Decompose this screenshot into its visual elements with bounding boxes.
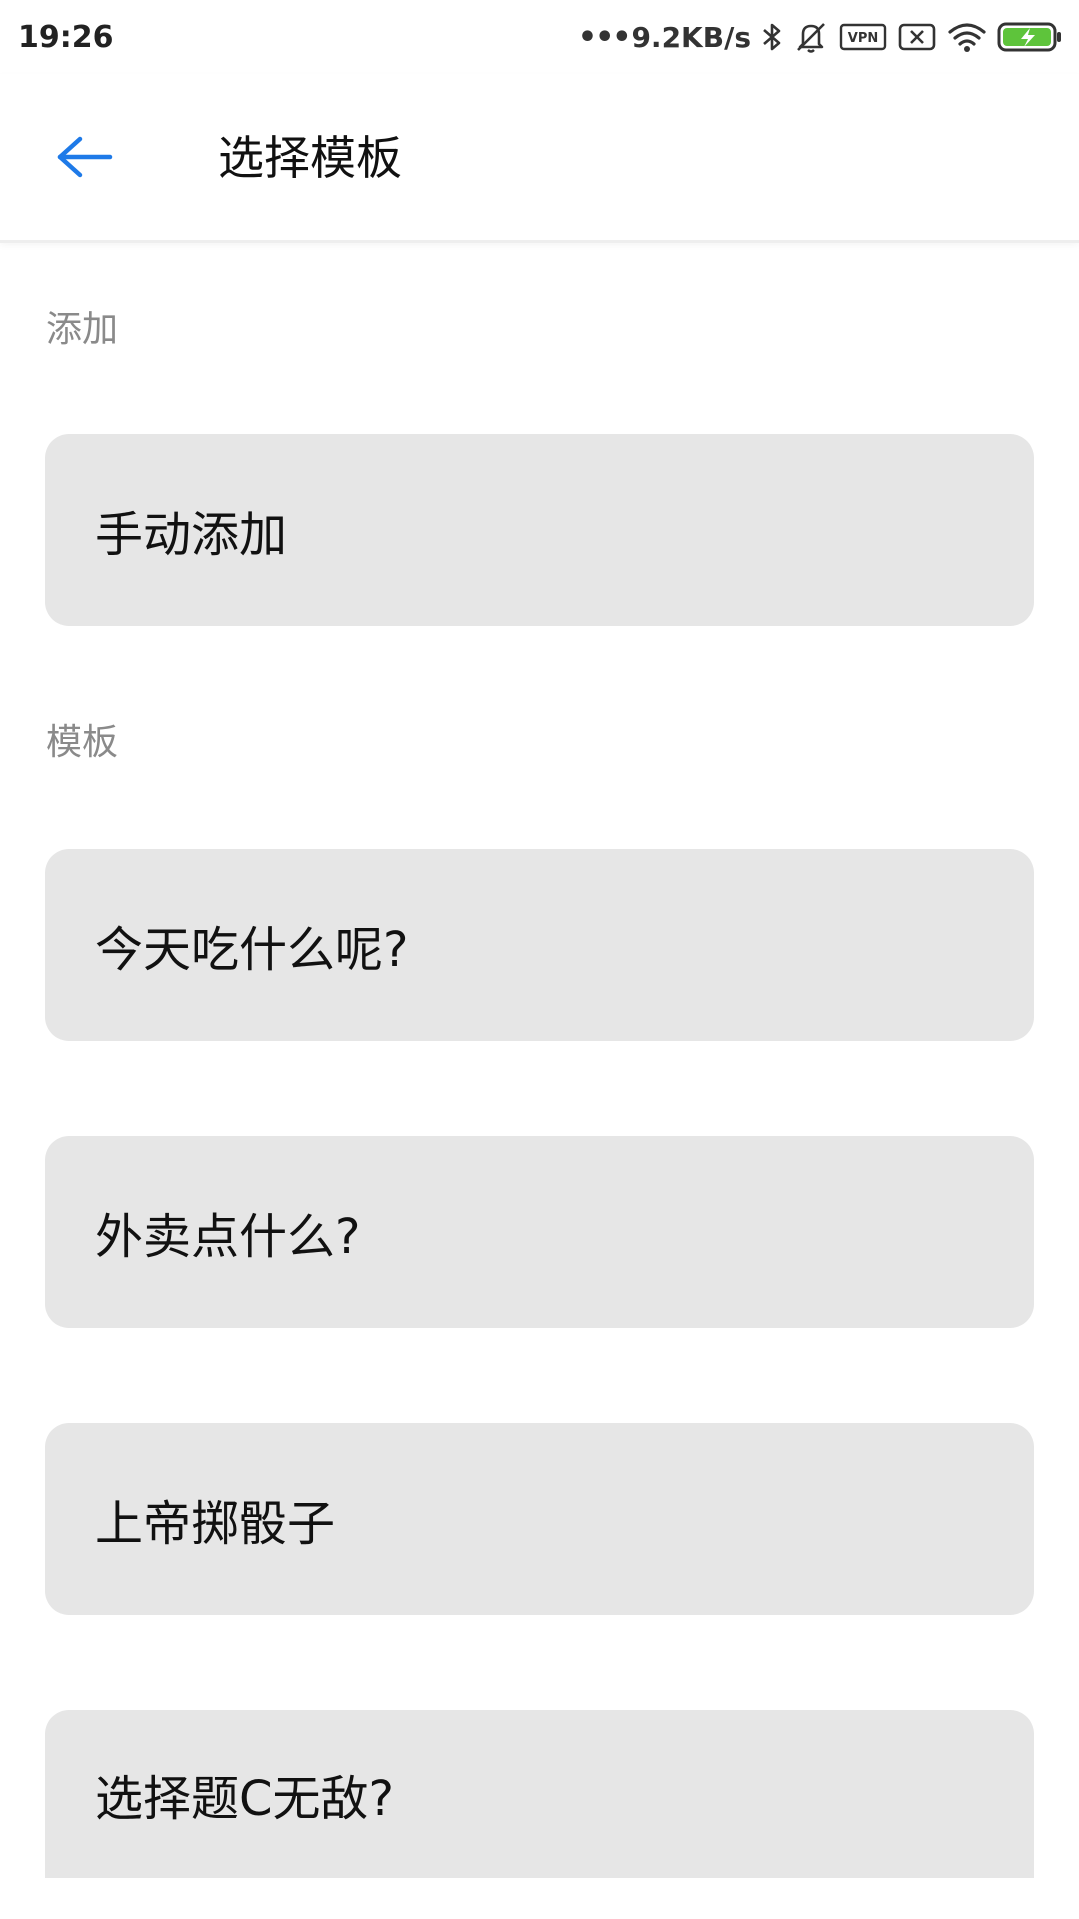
vpn-label: VPN <box>848 31 878 46</box>
page-title: 选择模板 <box>218 131 402 185</box>
more-dots-icon: ••• <box>577 19 632 55</box>
app-bar: 选择模板 <box>0 74 1079 240</box>
template-item-label: 上帝掷骰子 <box>95 1496 336 1552</box>
section-label-add: 添加 <box>46 309 119 350</box>
network-speed-value: 9.2KB/s <box>631 20 751 54</box>
status-bar: 19:26 ••• 9.2KB/s VPN <box>0 0 1079 74</box>
battery-charging-icon <box>997 21 1063 53</box>
status-icons: ••• 9.2KB/s VPN <box>578 20 1063 55</box>
template-item-label: 选择题C无敌? <box>95 1771 394 1827</box>
network-speed: ••• 9.2KB/s <box>578 20 751 55</box>
back-arrow-icon <box>57 136 113 178</box>
no-sim-icon <box>897 22 937 52</box>
template-item-label: 外卖点什么? <box>95 1209 361 1265</box>
manual-add-button[interactable]: 手动添加 <box>45 434 1034 626</box>
back-button[interactable] <box>36 116 132 198</box>
template-item-choice-c[interactable]: 选择题C无敌? <box>45 1710 1034 1878</box>
vpn-icon: VPN <box>839 23 887 51</box>
mute-icon <box>793 20 829 54</box>
status-time: 19:26 <box>18 19 114 55</box>
template-item-what-to-eat[interactable]: 今天吃什么呢? <box>45 849 1034 1041</box>
template-item-takeout[interactable]: 外卖点什么? <box>45 1136 1034 1328</box>
bluetooth-icon <box>761 21 783 53</box>
wifi-icon <box>947 21 987 53</box>
template-item-label: 今天吃什么呢? <box>95 922 409 978</box>
manual-add-label: 手动添加 <box>95 507 288 563</box>
template-item-dice[interactable]: 上帝掷骰子 <box>45 1423 1034 1615</box>
app-bar-divider <box>0 240 1079 243</box>
section-label-templates: 模板 <box>46 722 119 763</box>
